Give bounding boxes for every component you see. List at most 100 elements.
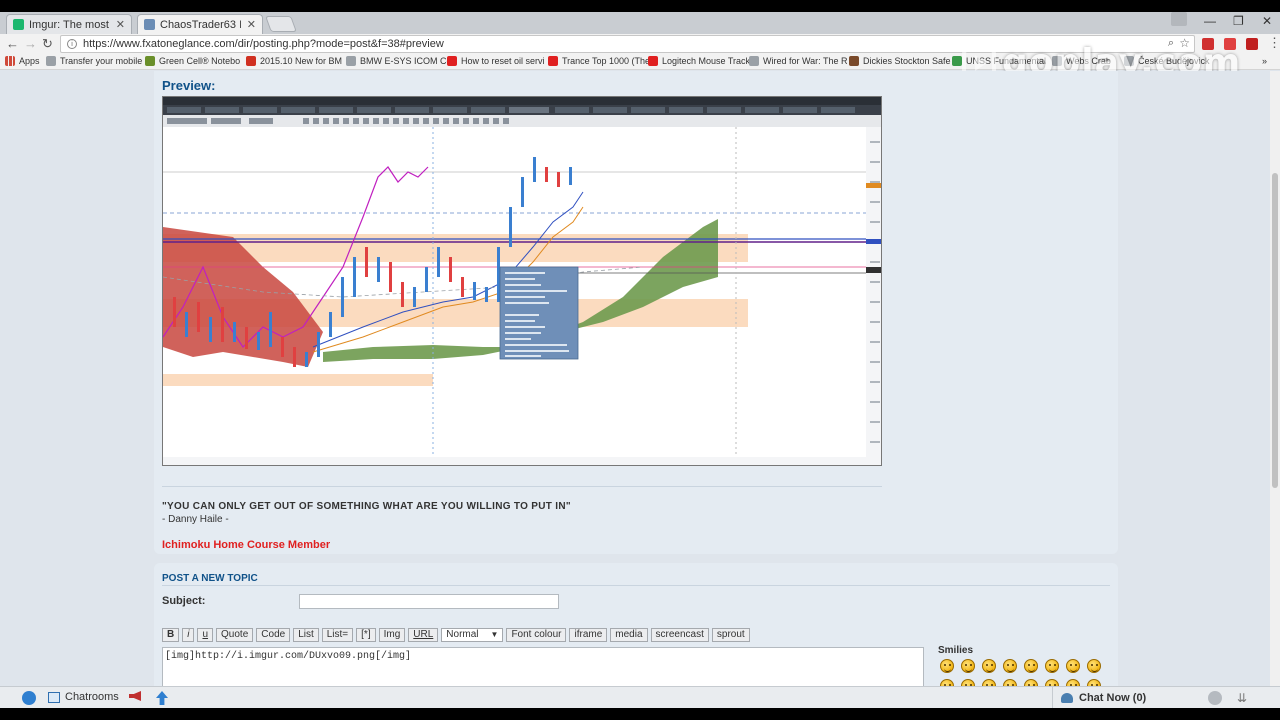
bold-button[interactable]: B	[162, 628, 180, 642]
code-button[interactable]: Code	[256, 628, 291, 642]
chat-now-button[interactable]: Chat Now (0)	[1052, 687, 1196, 708]
browser-window: Imgur: The most awesom ✕ ChaosTrader63 I…	[0, 12, 1280, 708]
bookmark-item[interactable]: Trance Top 1000 (The	[548, 56, 650, 66]
smilies-grid	[940, 659, 1108, 686]
smiley-icon[interactable]	[1024, 679, 1038, 686]
page-icon	[749, 56, 759, 66]
bookmark-item[interactable]: Logitech Mouse Track	[648, 56, 750, 66]
reload-icon[interactable]: ↻	[42, 36, 53, 52]
bookmark-item[interactable]: Transfer your mobile	[46, 56, 142, 66]
close-window-icon[interactable]: ✕	[1262, 14, 1272, 28]
back-icon[interactable]: ←	[6, 36, 19, 51]
form-heading: POST A NEW TOPIC	[162, 573, 258, 584]
img-button[interactable]: Img	[378, 628, 406, 642]
smiley-icon[interactable]	[982, 679, 996, 686]
bookmark-item[interactable]: Dickies Stockton Safe	[849, 56, 951, 66]
smiley-icon[interactable]	[961, 679, 975, 686]
page-icon	[46, 56, 56, 66]
page-scrollbar[interactable]	[1270, 71, 1280, 686]
url-text: https://www.fxatoneglance.com/dir/postin…	[83, 38, 444, 50]
megaphone-icon[interactable]	[129, 691, 141, 701]
upload-arrow-icon[interactable]	[156, 691, 168, 705]
sprout-button[interactable]: sprout	[711, 628, 750, 642]
chatrooms-label: Chatrooms	[65, 691, 119, 703]
media-button[interactable]: media	[610, 628, 648, 642]
new-topic-form: POST A NEW TOPIC Subject: B i u Quote Co…	[154, 563, 1118, 686]
minimize-icon[interactable]: —	[1204, 14, 1216, 28]
chatrooms-button[interactable]: Chatrooms	[48, 691, 119, 703]
subject-input[interactable]	[299, 594, 559, 609]
forward-icon[interactable]: →	[24, 36, 37, 51]
page-content: Preview: "YOU CAN ONLY GET OUT OF SOMETH…	[0, 71, 1280, 686]
smiley-icon[interactable]	[940, 679, 954, 686]
bookmark-apps[interactable]: Apps	[5, 56, 40, 66]
smiley-icon[interactable]	[1045, 659, 1059, 673]
message-textarea[interactable]: [img]http://i.imgur.com/DUxvo09.png[/img…	[162, 647, 924, 686]
signature-divider	[162, 486, 882, 487]
underline-button[interactable]: u	[197, 628, 214, 642]
embedded-chart-screenshot	[162, 96, 882, 466]
tab-title: Imgur: The most awesom	[29, 18, 110, 31]
globe-icon[interactable]	[22, 691, 36, 705]
smiley-icon[interactable]	[940, 659, 954, 673]
list-button[interactable]: List	[293, 628, 319, 642]
apps-grid-icon	[5, 56, 15, 66]
bookmark-item[interactable]: Green Cell® Notebo	[145, 56, 240, 66]
bookmark-item[interactable]: How to reset oil servi	[447, 56, 545, 66]
status-icon[interactable]	[1208, 691, 1222, 705]
forum-favicon-icon	[144, 19, 155, 30]
font-colour-button[interactable]: Font colour	[506, 628, 567, 642]
restore-icon[interactable]: ❐	[1233, 14, 1244, 28]
bookmark-item[interactable]: BMW E-SYS ICOM Co	[346, 56, 452, 66]
trading-platform-image	[163, 97, 881, 465]
chat-bar: Chatrooms Chat Now (0) ⇊	[0, 686, 1280, 708]
bookmark-item[interactable]: Wired for War: The R	[749, 56, 848, 66]
chatrooms-icon	[48, 691, 60, 703]
post-preview-panel: Preview: "YOU CAN ONLY GET OUT OF SOMETH…	[154, 71, 1118, 554]
tab-imgur[interactable]: Imgur: The most awesom ✕	[6, 14, 132, 34]
smiley-icon[interactable]	[1066, 679, 1080, 686]
new-tab-button[interactable]	[265, 16, 297, 32]
iframe-button[interactable]: iframe	[569, 628, 608, 642]
smiley-icon[interactable]	[961, 659, 975, 673]
imgur-favicon-icon	[13, 19, 24, 30]
smiley-icon[interactable]	[1087, 679, 1101, 686]
close-tab-icon[interactable]: ✕	[247, 18, 256, 31]
smilies-heading: Smilies	[938, 645, 974, 656]
url-button[interactable]: URL	[408, 628, 439, 642]
close-tab-icon[interactable]: ✕	[116, 18, 125, 31]
font-size-select[interactable]: Normal ▼	[441, 628, 504, 642]
list-item-button[interactable]: [*]	[356, 628, 376, 642]
youtube-icon	[648, 56, 658, 66]
smiley-icon[interactable]	[982, 659, 996, 673]
signature-quote: "YOU CAN ONLY GET OUT OF SOMETHING WHAT …	[162, 501, 571, 512]
ordered-list-button[interactable]: List=	[321, 628, 354, 642]
more-bookmarks-icon[interactable]: »	[1262, 56, 1267, 66]
quote-button[interactable]: Quote	[216, 628, 254, 642]
italic-button[interactable]: i	[182, 628, 195, 642]
info-icon[interactable]: i	[67, 39, 77, 49]
smiley-icon[interactable]	[1087, 659, 1101, 673]
bookmark-favicon-icon	[246, 56, 256, 66]
page-icon	[346, 56, 356, 66]
youtube-icon	[548, 56, 558, 66]
signature-author: - Danny Haile -	[162, 514, 229, 525]
extension-icon[interactable]	[1246, 38, 1258, 50]
smiley-icon[interactable]	[1003, 659, 1017, 673]
subject-label: Subject:	[162, 595, 206, 607]
form-divider	[162, 585, 1110, 586]
collapse-icon[interactable]: ⇊	[1237, 691, 1251, 705]
scrollbar-thumb[interactable]	[1272, 173, 1278, 488]
chevron-down-icon: ▼	[490, 630, 499, 639]
smiley-icon[interactable]	[1024, 659, 1038, 673]
smiley-icon[interactable]	[1003, 679, 1017, 686]
smiley-icon[interactable]	[1045, 679, 1059, 686]
tab-chaostrader[interactable]: ChaosTrader63 Ichimoku ✕	[137, 14, 263, 34]
screencast-button[interactable]: screencast	[650, 628, 709, 642]
smiley-icon[interactable]	[1066, 659, 1080, 673]
chat-now-label: Chat Now (0)	[1079, 692, 1147, 704]
people-icon	[1061, 693, 1073, 703]
bookmark-item[interactable]: 2015.10 New for BM	[246, 56, 342, 66]
menu-icon[interactable]: ⋮	[1268, 35, 1280, 51]
profile-icon[interactable]	[1171, 12, 1187, 26]
